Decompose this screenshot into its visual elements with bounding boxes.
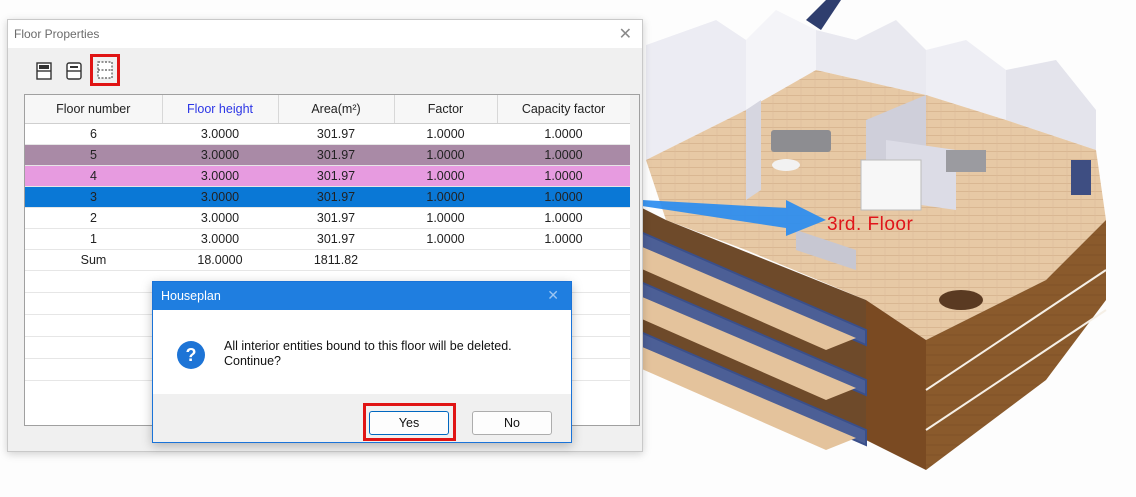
capacity-factor-cell[interactable]: 1.0000 bbox=[497, 186, 630, 208]
third-floor-label: 3rd. Floor bbox=[827, 214, 914, 235]
factor-cell[interactable]: 1.0000 bbox=[394, 165, 497, 187]
capacity-factor-cell[interactable]: 1.0000 bbox=[497, 144, 630, 166]
factor-cell[interactable]: 1.0000 bbox=[394, 207, 497, 229]
area-cell[interactable]: 301.97 bbox=[278, 165, 394, 187]
yes-button[interactable]: Yes bbox=[369, 411, 449, 435]
copy-floor-icon bbox=[66, 62, 82, 80]
sum-row: Sum 18.0000 1811.82 bbox=[25, 249, 630, 271]
building-illustration bbox=[626, 0, 1107, 470]
table-row[interactable]: 5 3.0000 301.97 1.0000 1.0000 bbox=[25, 144, 630, 166]
delete-floor-button[interactable] bbox=[90, 54, 120, 86]
floor-properties-titlebar: Floor Properties ✕ bbox=[8, 20, 642, 48]
dialog-message-line: Continue? bbox=[224, 354, 281, 368]
floor-number-cell[interactable]: 1 bbox=[25, 228, 162, 250]
area-cell[interactable]: 301.97 bbox=[278, 123, 394, 145]
dialog-message: All interior entities bound to this floo… bbox=[224, 339, 564, 369]
insert-floor-icon bbox=[36, 62, 52, 80]
floor-height-cell[interactable]: 3.0000 bbox=[162, 186, 278, 208]
floor-number-cell[interactable]: 6 bbox=[25, 123, 162, 145]
factor-cell[interactable]: 1.0000 bbox=[394, 228, 497, 250]
table-row[interactable]: 4 3.0000 301.97 1.0000 1.0000 bbox=[25, 165, 630, 187]
houseplan-dialog: Houseplan ✕ ? All interior entities boun… bbox=[152, 281, 572, 443]
close-icon[interactable]: ✕ bbox=[547, 287, 559, 304]
vertical-scrollbar[interactable] bbox=[630, 95, 639, 425]
factor-cell[interactable]: 1.0000 bbox=[394, 123, 497, 145]
table-row-selected[interactable]: 3 3.0000 301.97 1.0000 1.0000 bbox=[25, 186, 630, 208]
floor-number-cell[interactable]: 4 bbox=[25, 165, 162, 187]
copy-floor-button[interactable] bbox=[62, 58, 86, 84]
area-cell[interactable]: 301.97 bbox=[278, 228, 394, 250]
question-icon: ? bbox=[177, 341, 205, 369]
column-header[interactable]: Factor bbox=[394, 95, 498, 124]
dialog-message-line: All interior entities bound to this floo… bbox=[224, 339, 512, 353]
column-header[interactable]: Floor height bbox=[162, 95, 279, 124]
table-row[interactable]: 2 3.0000 301.97 1.0000 1.0000 bbox=[25, 207, 630, 229]
floor-height-cell[interactable]: 3.0000 bbox=[162, 123, 278, 145]
area-cell[interactable]: 301.97 bbox=[278, 186, 394, 208]
area-cell[interactable]: 301.97 bbox=[278, 144, 394, 166]
floor-number-cell[interactable]: 3 bbox=[25, 186, 162, 208]
factor-cell[interactable]: 1.0000 bbox=[394, 144, 497, 166]
houseplan-titlebar: Houseplan ✕ bbox=[153, 282, 571, 310]
factor-cell[interactable]: 1.0000 bbox=[394, 186, 497, 208]
floor-height-cell[interactable]: 3.0000 bbox=[162, 144, 278, 166]
floor-height-cell[interactable]: 3.0000 bbox=[162, 228, 278, 250]
screenshot-stage: 3rd. Floor Floor Properties ✕ Floor numb… bbox=[0, 0, 1136, 497]
sum-area: 1811.82 bbox=[278, 249, 394, 271]
column-header[interactable]: Floor number bbox=[25, 95, 163, 124]
floor-number-cell[interactable]: 5 bbox=[25, 144, 162, 166]
capacity-factor-cell[interactable]: 1.0000 bbox=[497, 228, 630, 250]
capacity-factor-cell[interactable]: 1.0000 bbox=[497, 207, 630, 229]
no-button[interactable]: No bbox=[472, 411, 552, 435]
insert-floor-button[interactable] bbox=[32, 58, 56, 84]
floor-number-cell[interactable]: 2 bbox=[25, 207, 162, 229]
floor-height-cell[interactable]: 3.0000 bbox=[162, 207, 278, 229]
capacity-factor-cell[interactable]: 1.0000 bbox=[497, 123, 630, 145]
sum-height: 18.0000 bbox=[162, 249, 278, 271]
delete-floor-icon bbox=[97, 61, 113, 79]
close-icon[interactable]: ✕ bbox=[619, 24, 632, 44]
table-header-row: Floor number Floor height Area(m²) Facto… bbox=[25, 95, 631, 124]
capacity-factor-cell[interactable]: 1.0000 bbox=[497, 165, 630, 187]
table-row[interactable]: 1 3.0000 301.97 1.0000 1.0000 bbox=[25, 228, 630, 250]
floor-properties-title: Floor Properties bbox=[14, 27, 100, 41]
sum-label: Sum bbox=[25, 249, 162, 271]
houseplan-title: Houseplan bbox=[161, 289, 221, 303]
area-cell[interactable]: 301.97 bbox=[278, 207, 394, 229]
floor-height-cell[interactable]: 3.0000 bbox=[162, 165, 278, 187]
table-row[interactable]: 6 3.0000 301.97 1.0000 1.0000 bbox=[25, 123, 630, 145]
column-header[interactable]: Capacity factor bbox=[497, 95, 631, 124]
column-header[interactable]: Area(m²) bbox=[278, 95, 395, 124]
